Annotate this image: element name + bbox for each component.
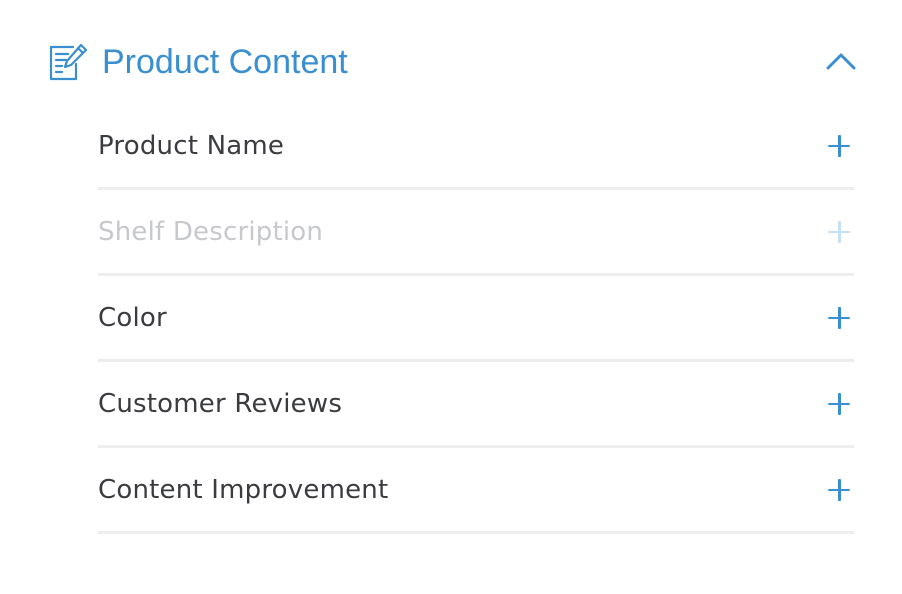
plus-icon[interactable] [826,477,852,503]
plus-icon[interactable] [826,305,852,331]
list-item-label: Shelf Description [98,216,324,247]
section-header-product-content[interactable]: Product Content [46,38,858,86]
list-item-label: Customer Reviews [98,388,343,419]
list-item-color[interactable]: Color [98,276,854,362]
edit-document-icon [46,40,90,84]
product-content-list: Product Name Shelf Description Color Cus… [98,104,854,534]
plus-icon[interactable] [826,391,852,417]
list-item-content-improvement[interactable]: Content Improvement [98,448,854,534]
plus-icon [826,219,852,245]
list-item-customer-reviews[interactable]: Customer Reviews [98,362,854,448]
chevron-up-icon[interactable] [824,46,858,76]
list-item-shelf-description: Shelf Description [98,190,854,276]
plus-icon[interactable] [826,133,852,159]
list-item-label: Color [98,302,167,333]
list-item-product-name[interactable]: Product Name [98,104,854,190]
list-item-label: Product Name [98,130,285,161]
list-item-label: Content Improvement [98,474,389,505]
section-title: Product Content [102,43,348,81]
